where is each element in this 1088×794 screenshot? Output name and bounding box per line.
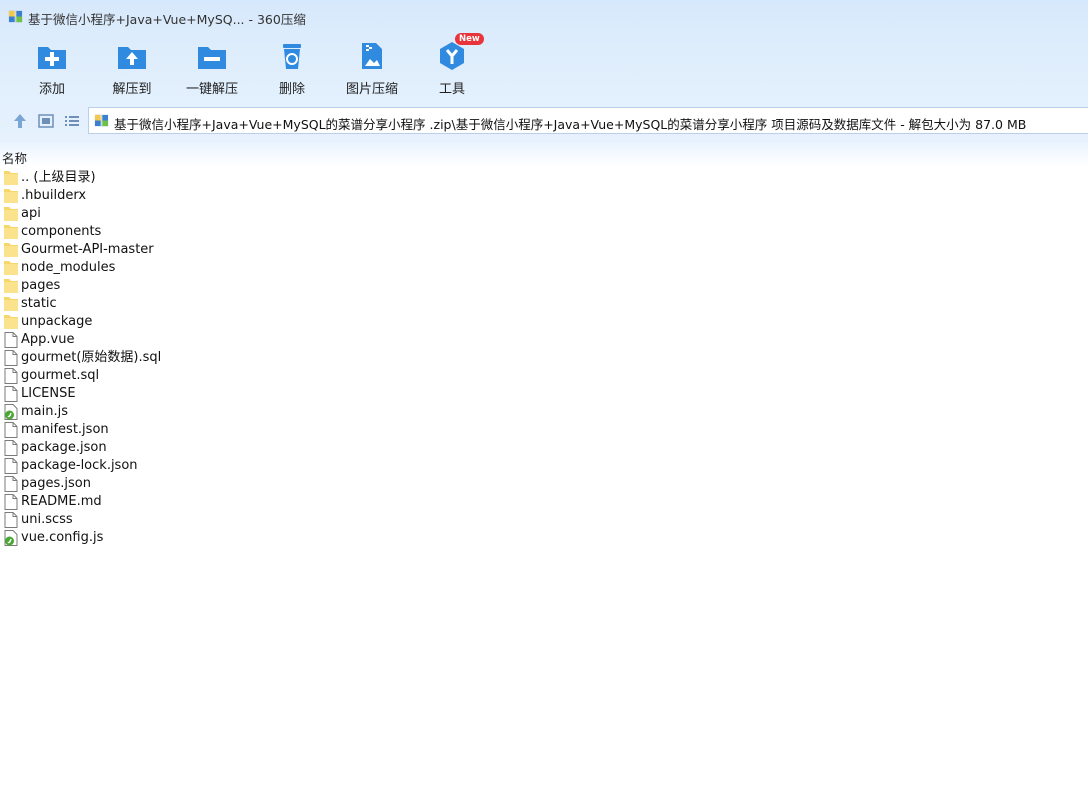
file-name: node_modules (21, 260, 116, 275)
one-click-extract-label: 一键解压 (185, 82, 238, 97)
file-name: pages.json (21, 476, 91, 491)
one-click-extract-icon (198, 47, 226, 69)
file-name: api (21, 206, 41, 221)
list-item[interactable]: .. (上级目录) (0, 169, 1088, 187)
list-item[interactable]: pages (0, 277, 1088, 295)
file-name: gourmet(原始数据).sql (21, 350, 162, 365)
script-file-icon (4, 404, 18, 420)
file-icon (4, 422, 18, 438)
folder-icon (4, 188, 18, 204)
file-name: LICENSE (21, 386, 76, 401)
file-icon (4, 386, 18, 402)
list-item[interactable]: node_modules (0, 259, 1088, 277)
file-name: package.json (21, 440, 107, 455)
file-name: .. (上级目录) (21, 170, 96, 185)
file-name: Gourmet-API-master (21, 242, 154, 257)
thumbnail-view-icon[interactable] (37, 112, 55, 130)
list-item[interactable]: vue.config.js (0, 529, 1088, 547)
list-item[interactable]: components (0, 223, 1088, 241)
delete-icon (283, 44, 301, 69)
list-item[interactable]: README.md (0, 493, 1088, 511)
list-item[interactable]: .hbuilderx (0, 187, 1088, 205)
list-item[interactable]: package-lock.json (0, 457, 1088, 475)
folder-icon (4, 278, 18, 294)
extract-to-button[interactable]: 解压到 (92, 34, 172, 100)
file-name: uni.scss (21, 512, 73, 527)
list-item[interactable]: api (0, 205, 1088, 223)
file-name: package-lock.json (21, 458, 138, 473)
up-level-icon[interactable] (11, 112, 29, 130)
title-bar: 基于微信小程序+Java+Vue+MySQ... - 360压缩 (0, 0, 1088, 34)
add-icon (38, 47, 66, 69)
file-name: .hbuilderx (21, 188, 87, 203)
archive-app-icon (8, 10, 23, 23)
file-name: App.vue (21, 332, 75, 347)
folder-icon (4, 170, 18, 186)
file-icon (4, 332, 18, 348)
tools-label: 工具 (438, 82, 465, 97)
image-compress-label: 图片压缩 (345, 82, 398, 97)
file-name: manifest.json (21, 422, 109, 437)
archive-icon (94, 114, 109, 127)
file-icon (4, 458, 18, 474)
file-icon (4, 512, 18, 528)
extract-to-icon (118, 47, 146, 69)
list-item[interactable]: static (0, 295, 1088, 313)
image-compress-button[interactable]: 图片压缩 (332, 34, 412, 100)
file-name: pages (21, 278, 61, 293)
file-list: .. (上级目录) .hbuilderx api components Gourmet-… (0, 169, 1088, 547)
folder-icon (4, 242, 18, 258)
list-item[interactable]: uni.scss (0, 511, 1088, 529)
file-icon (4, 440, 18, 456)
folder-icon (4, 224, 18, 240)
file-name: README.md (21, 494, 102, 509)
new-badge: New (455, 33, 484, 45)
list-item[interactable]: App.vue (0, 331, 1088, 349)
file-icon (4, 476, 18, 492)
file-icon (4, 368, 18, 384)
list-item[interactable]: Gourmet-API-master (0, 241, 1088, 259)
file-icon (4, 350, 18, 366)
list-item[interactable]: main.js (0, 403, 1088, 421)
folder-icon (4, 260, 18, 276)
address-path: 基于微信小程序+Java+Vue+MySQL的菜谱分享小程序 .zip\基于微信… (114, 117, 1027, 132)
folder-icon (4, 296, 18, 312)
one-click-extract-button[interactable]: 一键解压 (172, 34, 252, 100)
file-name: vue.config.js (21, 530, 104, 545)
file-name: static (21, 296, 57, 311)
list-item[interactable]: gourmet.sql (0, 367, 1088, 385)
delete-label: 删除 (278, 82, 305, 97)
column-header-name[interactable]: 名称 (0, 142, 1088, 166)
list-item[interactable]: manifest.json (0, 421, 1088, 439)
toolbar: 添加 解压到 一键解压 删除 图片压缩 New 工具 (0, 33, 1088, 100)
extract-to-label: 解压到 (112, 82, 152, 97)
file-icon (4, 494, 18, 510)
folder-icon (4, 314, 18, 330)
add-button[interactable]: 添加 (12, 34, 92, 100)
window-title: 基于微信小程序+Java+Vue+MySQ... - 360压缩 (28, 12, 306, 27)
delete-button[interactable]: 删除 (252, 34, 332, 100)
column-header-label: 名称 (2, 151, 28, 166)
list-item[interactable]: unpackage (0, 313, 1088, 331)
file-name: gourmet.sql (21, 368, 100, 383)
address-field[interactable]: 基于微信小程序+Java+Vue+MySQL的菜谱分享小程序 .zip\基于微信… (88, 107, 1088, 134)
folder-icon (4, 206, 18, 222)
file-name: components (21, 224, 102, 239)
file-name: unpackage (21, 314, 93, 329)
image-compress-icon (362, 43, 382, 69)
list-item[interactable]: gourmet(原始数据).sql (0, 349, 1088, 367)
list-item[interactable]: pages.json (0, 475, 1088, 493)
list-item[interactable]: LICENSE (0, 385, 1088, 403)
address-bar-row: 基于微信小程序+Java+Vue+MySQL的菜谱分享小程序 .zip\基于微信… (0, 100, 1088, 142)
add-label: 添加 (38, 82, 65, 97)
script-file-icon (4, 530, 18, 546)
file-name: main.js (21, 404, 68, 419)
list-view-icon[interactable] (63, 112, 81, 130)
list-item[interactable]: package.json (0, 439, 1088, 457)
tools-button[interactable]: New 工具 (412, 33, 492, 100)
